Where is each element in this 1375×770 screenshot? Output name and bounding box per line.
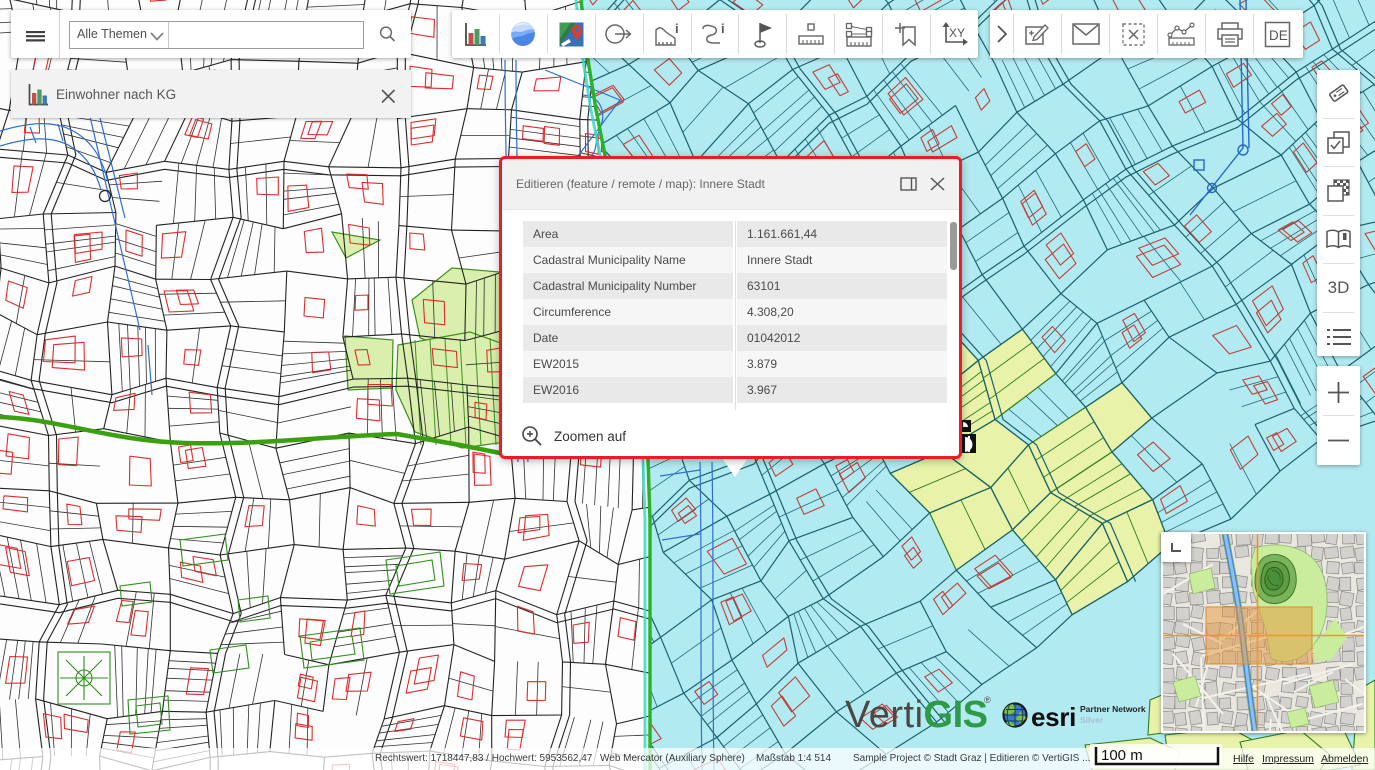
svg-text:VertiGIS: VertiGIS (845, 694, 988, 736)
svg-text:Silver: Silver (1080, 715, 1104, 725)
svg-text:i: i (675, 21, 679, 36)
svg-text:DE: DE (1269, 28, 1288, 43)
svg-text:Partner Network: Partner Network (1080, 704, 1146, 714)
svg-text:i: i (721, 21, 725, 36)
svg-text:®: ® (984, 695, 991, 705)
svg-text:esri: esri (1031, 702, 1076, 732)
